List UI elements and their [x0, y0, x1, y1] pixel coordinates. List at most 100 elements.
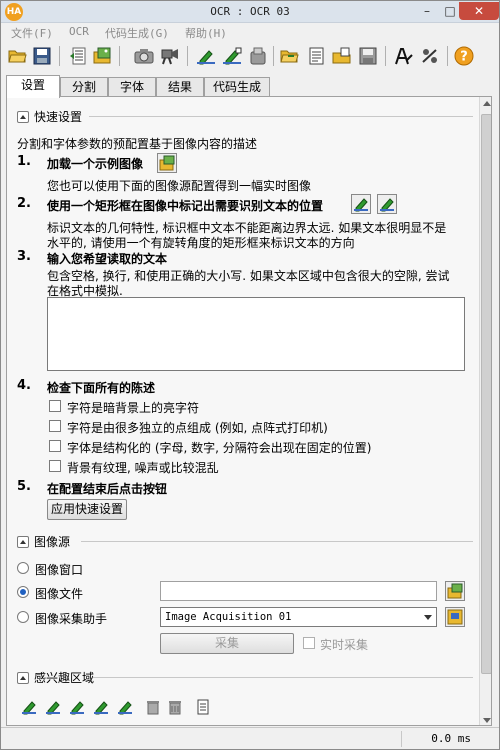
image-file-path-input[interactable] [160, 581, 437, 601]
save-icon[interactable] [31, 44, 53, 68]
camera-icon[interactable] [133, 44, 155, 68]
tab-segmentation[interactable]: 分割 [60, 77, 108, 97]
radio-image-file[interactable] [17, 586, 29, 598]
scroll-thumb[interactable] [481, 114, 491, 674]
settings-tools-icon[interactable] [419, 44, 441, 68]
menu-ocr[interactable]: OCR [69, 25, 89, 38]
tab-font[interactable]: 字体 [108, 77, 156, 97]
step3-number: 3. [17, 249, 31, 264]
status-time: 0.0 ms [401, 731, 477, 747]
roi-draw-5-icon[interactable] [115, 697, 135, 717]
collapse-arrow-icon[interactable] [17, 535, 29, 548]
step4-title: 检查下面所有的陈述 [47, 381, 156, 395]
expected-text-input[interactable] [47, 297, 465, 371]
open-folder-icon[interactable] [7, 44, 29, 68]
step1-number: 1. [17, 154, 31, 169]
check-structured-font-label: 字体是结构化的 (字母, 数字, 分隔符会出现在固定的位置) [67, 441, 372, 455]
acquisition-select-value: Image Acquisition 01 [165, 611, 292, 623]
step1-desc: 您也可以使用下面的图像源配置得到一幅实时图像 [47, 179, 312, 193]
acquisition-icon[interactable] [159, 44, 181, 68]
step5-number: 5. [17, 479, 31, 494]
acquisition-select[interactable]: Image Acquisition 01 [160, 607, 437, 627]
apply-quick-setup-button[interactable]: 应用快速设置 [47, 499, 127, 520]
roi-draw-3-icon[interactable] [67, 697, 87, 717]
read-text-icon[interactable] [247, 44, 269, 68]
step3-title: 输入您希望读取的文本 [47, 252, 168, 266]
draw-rectangle-button[interactable] [351, 194, 371, 214]
realtime-acquire-checkbox[interactable] [303, 637, 315, 649]
check-textured-background[interactable] [49, 460, 61, 472]
draw-rotated-rectangle-button[interactable] [377, 194, 397, 214]
step2-title: 使用一个矩形框在图像中标记出需要识别文本的位置 [47, 199, 324, 213]
check-dot-matrix[interactable] [49, 420, 61, 432]
quick-setup-title: 快速设置 [34, 110, 83, 124]
roi-delete-all-icon[interactable] [165, 697, 185, 717]
quick-setup-header[interactable]: 快速设置 [17, 108, 82, 125]
status-bar: 0.0 ms [1, 727, 499, 749]
roi-draw-1-icon[interactable] [19, 697, 39, 717]
document-icon[interactable] [305, 44, 327, 68]
image-source-title: 图像源 [34, 535, 71, 549]
toolbar: ? [1, 41, 499, 71]
roi-list-icon[interactable] [193, 697, 213, 717]
load-image-icon [159, 155, 175, 171]
open-project-icon[interactable] [279, 44, 301, 68]
draw-pen-alt-icon[interactable] [221, 44, 243, 68]
roi-draw-4-icon[interactable] [91, 697, 111, 717]
collapse-arrow-icon[interactable] [17, 671, 29, 684]
chevron-down-icon [424, 615, 432, 620]
step2-number: 2. [17, 196, 31, 211]
minimize-button[interactable]: – [415, 2, 439, 20]
radio-acquisition-assistant-label: 图像采集助手 [35, 612, 108, 626]
image-source-header[interactable]: 图像源 [17, 533, 70, 550]
acquire-button[interactable]: 采集 [160, 633, 294, 654]
draw-pen-icon [354, 198, 368, 212]
roi-title: 感兴趣区域 [34, 671, 95, 685]
roi-delete-icon[interactable] [143, 697, 163, 717]
step5-title: 在配置结束后点击按钮 [47, 482, 168, 496]
radio-image-file-label: 图像文件 [35, 587, 84, 601]
radio-image-window[interactable] [17, 562, 29, 574]
collapse-arrow-icon[interactable] [17, 110, 29, 123]
import-icon[interactable] [331, 44, 353, 68]
font-a-icon[interactable] [393, 44, 415, 68]
tab-setup[interactable]: 设置 [6, 75, 60, 98]
close-button[interactable]: ✕ [459, 2, 499, 20]
radio-acquisition-assistant[interactable] [17, 611, 29, 623]
check-light-on-dark[interactable] [49, 400, 61, 412]
roi-draw-2-icon[interactable] [43, 697, 63, 717]
browse-image-file-button[interactable] [445, 581, 465, 601]
save-project-icon[interactable] [357, 44, 379, 68]
acquisition-assistant-button[interactable] [445, 607, 465, 627]
step1-title: 加载一个示例图像 [47, 157, 144, 171]
tab-results[interactable]: 结果 [156, 77, 204, 97]
maximize-button[interactable]: □ [439, 2, 461, 20]
draw-pen-icon[interactable] [195, 44, 217, 68]
menu-file[interactable]: 文件(F) [11, 25, 53, 41]
panel-scrollbar[interactable] [479, 97, 491, 725]
quick-setup-intro: 分割和字体参数的预配置基于图像内容的描述 [17, 137, 258, 151]
tab-codegen[interactable]: 代码生成 [204, 77, 270, 97]
check-structured-font[interactable] [49, 440, 61, 452]
setup-panel: 快速设置 分割和字体参数的预配置基于图像内容的描述 1. 加载一个示例图像 您也… [6, 96, 492, 726]
menu-codegen[interactable]: 代码生成(G) [105, 25, 169, 41]
roi-header[interactable]: 感兴趣区域 [17, 669, 94, 686]
help-icon[interactable]: ? [453, 44, 475, 68]
app-window: HA OCR : OCR 03 – □ ✕ 文件(F) OCR 代码生成(G) … [0, 0, 500, 750]
realtime-acquire-label: 实时采集 [320, 638, 369, 652]
scroll-down-icon[interactable] [483, 718, 491, 723]
menu-help[interactable]: 帮助(H) [185, 25, 227, 41]
menu-bar: 文件(F) OCR 代码生成(G) 帮助(H) [1, 23, 499, 41]
title-bar: HA OCR : OCR 03 – □ ✕ [1, 1, 499, 23]
load-image-icon [447, 583, 463, 599]
export-icon[interactable] [67, 44, 89, 68]
step2-desc-line2: 水平的, 请使用一个有旋转角度的矩形框来标识文本的方向 [47, 236, 355, 250]
load-example-image-button[interactable] [157, 153, 177, 173]
draw-pen-alt-icon [380, 198, 394, 212]
radio-image-window-label: 图像窗口 [35, 563, 84, 577]
scroll-up-icon[interactable] [483, 101, 491, 106]
svg-text:?: ? [460, 50, 468, 65]
step4-number: 4. [17, 378, 31, 393]
load-image-icon[interactable] [91, 44, 113, 68]
check-textured-background-label: 背景有纹理, 噪声或比较混乱 [67, 461, 219, 475]
